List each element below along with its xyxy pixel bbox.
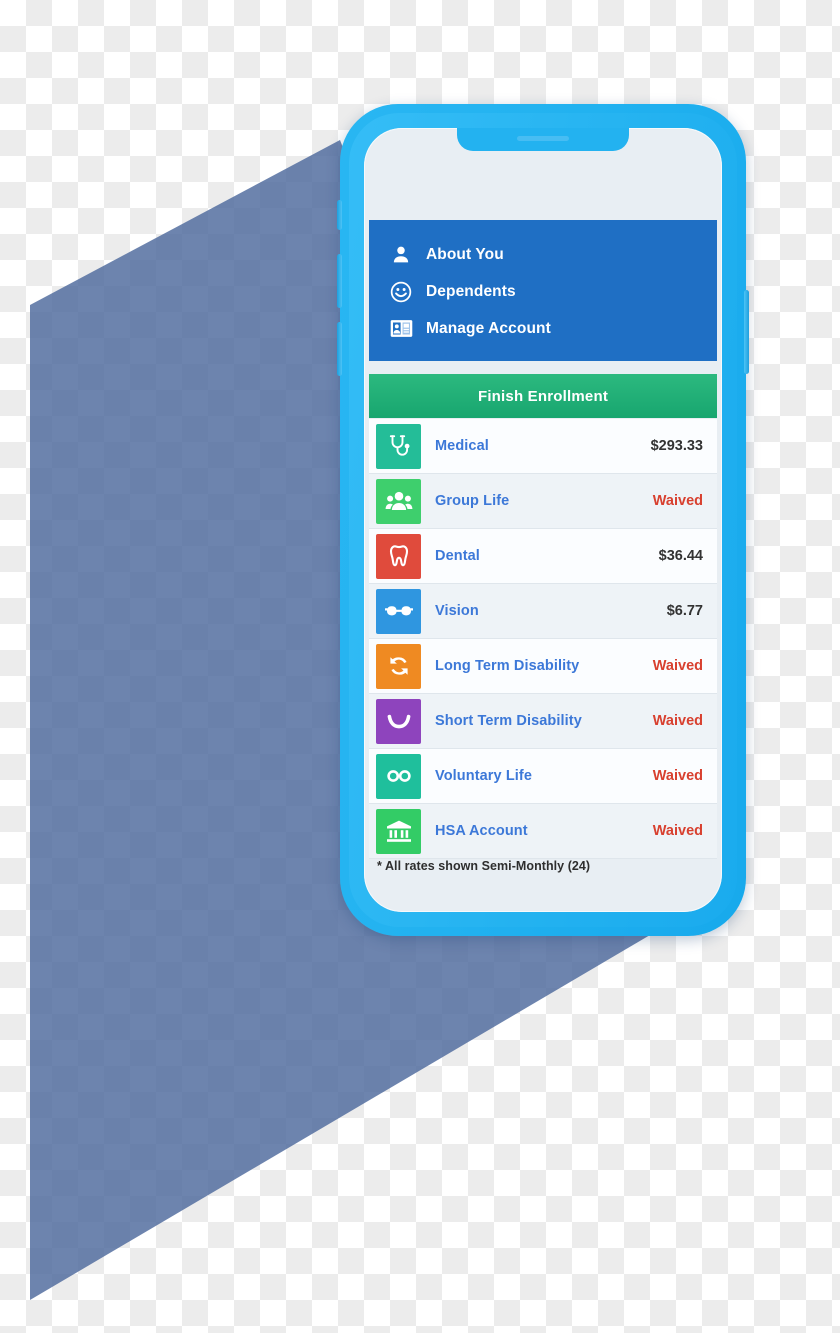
infinity-icon (376, 753, 421, 799)
benefit-name: HSA Account (435, 823, 528, 839)
tooth-icon (376, 533, 421, 579)
nav-item-label: Dependents (426, 282, 516, 300)
group-people-icon (376, 478, 421, 524)
nav-item-label: About You (426, 245, 504, 263)
nav-panel: About You Dependents Manage Account (369, 220, 717, 361)
benefit-value: Waived (652, 823, 703, 839)
benefit-name: Short Term Disability (435, 713, 582, 729)
table-row[interactable]: Long Term Disability Waived (369, 639, 717, 694)
smiley-face-icon (389, 280, 413, 304)
benefit-value: $6.77 (666, 603, 703, 619)
volume-down-button[interactable] (337, 322, 342, 376)
rates-footnote: * All rates shown Semi-Monthly (24) (377, 859, 591, 873)
silent-switch[interactable] (337, 200, 342, 230)
app-content: About You Dependents Manage Account Fini… (364, 128, 722, 912)
benefit-name: Group Life (435, 493, 510, 509)
power-button[interactable] (744, 290, 749, 374)
stethoscope-icon (376, 423, 421, 469)
table-row[interactable]: Short Term Disability Waived (369, 694, 717, 749)
benefit-value: Waived (652, 768, 703, 784)
benefit-name: Vision (435, 603, 479, 619)
volume-up-button[interactable] (337, 254, 342, 308)
table-row[interactable]: Voluntary Life Waived (369, 749, 717, 804)
finish-enrollment-button[interactable]: Finish Enrollment (369, 374, 717, 418)
table-row[interactable]: Dental $36.44 (369, 529, 717, 584)
table-row[interactable]: Group Life Waived (369, 474, 717, 529)
benefit-value: Waived (652, 658, 703, 674)
phone-device: About You Dependents Manage Account Fini… (337, 104, 749, 936)
benefit-name: Medical (435, 438, 489, 454)
id-card-icon (389, 317, 413, 341)
benefit-value: $293.33 (650, 438, 703, 454)
nav-item-dependents[interactable]: Dependents (369, 273, 717, 310)
table-row[interactable]: HSA Account Waived (369, 804, 717, 859)
benefit-value: $36.44 (658, 548, 703, 564)
table-row[interactable]: Medical $293.33 (369, 419, 717, 474)
benefit-value: Waived (652, 713, 703, 729)
benefit-name: Dental (435, 548, 480, 564)
smile-curve-icon (376, 698, 421, 744)
benefit-name: Voluntary Life (435, 768, 533, 784)
nav-item-manage-account[interactable]: Manage Account (369, 310, 717, 347)
table-row[interactable]: Vision $6.77 (369, 584, 717, 639)
bank-icon (376, 808, 421, 854)
nav-item-label: Manage Account (426, 319, 551, 337)
glasses-icon (376, 588, 421, 634)
benefits-list: Medical $293.33 Group Life Waived Dental… (369, 419, 717, 859)
benefit-name: Long Term Disability (435, 658, 580, 674)
phone-screen: About You Dependents Manage Account Fini… (364, 128, 722, 912)
benefit-value: Waived (652, 493, 703, 509)
refresh-icon (376, 643, 421, 689)
person-icon (389, 243, 413, 267)
nav-item-about-you[interactable]: About You (369, 236, 717, 273)
